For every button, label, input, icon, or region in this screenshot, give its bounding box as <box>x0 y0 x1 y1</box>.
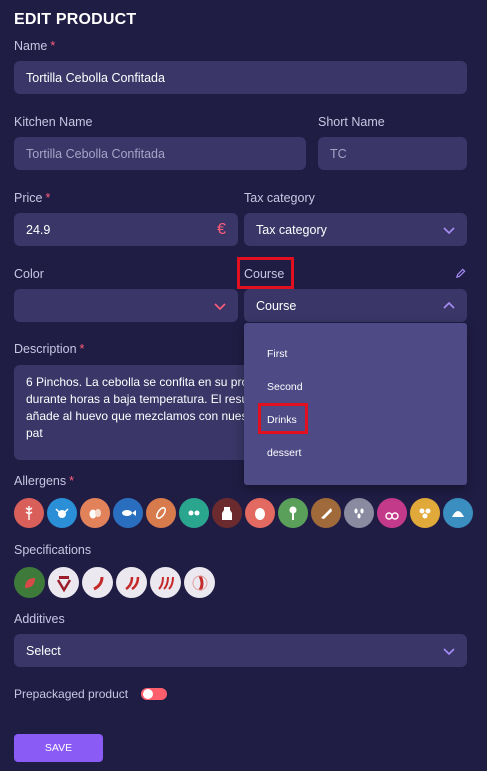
price-input[interactable]: 24.9 € <box>14 213 238 246</box>
prepackaged-toggle[interactable] <box>141 688 167 700</box>
kitchen-name-input[interactable]: Tortilla Cebolla Confitada <box>14 137 306 170</box>
mustard-icon[interactable] <box>311 498 341 528</box>
euro-icon: € <box>217 220 226 238</box>
save-button[interactable]: SAVE <box>14 734 103 762</box>
price-label: Price * <box>14 191 51 205</box>
kitchen-name-label: Kitchen Name <box>14 115 93 129</box>
description-label: Description * <box>14 342 85 356</box>
peanuts-icon[interactable] <box>146 498 176 528</box>
toggle-knob <box>143 689 153 699</box>
drinks-option-highlight <box>258 403 308 434</box>
color-select[interactable] <box>14 289 238 322</box>
molluscs-icon[interactable] <box>443 498 473 528</box>
soy-icon[interactable] <box>179 498 209 528</box>
eggs-icon[interactable] <box>80 498 110 528</box>
page-title: EDIT PRODUCT <box>14 11 137 28</box>
sesame-icon[interactable] <box>344 498 374 528</box>
chevron-down-icon <box>443 226 455 234</box>
color-label: Color <box>14 267 44 281</box>
celery-icon[interactable] <box>278 498 308 528</box>
prepackaged-label: Prepackaged product <box>14 687 129 701</box>
spicy-2-icon[interactable] <box>116 567 147 598</box>
course-dropdown-menu: First Second Drinks dessert <box>244 323 467 485</box>
chevron-up-icon <box>443 301 455 309</box>
short-name-label: Short Name <box>318 115 385 129</box>
specifications-label: Specifications <box>14 543 92 557</box>
course-option-second[interactable]: Second <box>267 381 303 393</box>
additives-select[interactable]: Select <box>14 634 467 667</box>
sulphites-icon[interactable] <box>377 498 407 528</box>
name-input[interactable]: Tortilla Cebolla Confitada <box>14 61 467 94</box>
specifications-row <box>14 567 215 598</box>
chevron-down-icon <box>214 302 226 310</box>
nuts-icon[interactable] <box>245 498 275 528</box>
course-option-dessert[interactable]: dessert <box>267 447 301 459</box>
short-name-input[interactable]: TC <box>318 137 467 170</box>
spicy-1-icon[interactable] <box>82 567 113 598</box>
crustaceans-icon[interactable] <box>47 498 77 528</box>
course-select[interactable]: Course <box>244 289 467 322</box>
milk-icon[interactable] <box>212 498 242 528</box>
allergens-row <box>14 498 473 528</box>
course-label-highlight <box>237 257 294 289</box>
course-option-first[interactable]: First <box>267 348 287 360</box>
name-label: Name * <box>14 39 56 53</box>
tax-category-label: Tax category <box>244 191 315 205</box>
chevron-down-icon <box>443 647 455 655</box>
fish-icon[interactable] <box>113 498 143 528</box>
pencil-icon[interactable] <box>455 268 466 279</box>
allergens-label: Allergens * <box>14 474 74 488</box>
spicy-3-icon[interactable] <box>150 567 181 598</box>
vegetarian-icon[interactable] <box>14 567 45 598</box>
tax-category-select[interactable]: Tax category <box>244 213 467 246</box>
vegan-icon[interactable] <box>48 567 79 598</box>
lupin-icon[interactable] <box>410 498 440 528</box>
spicy-4-icon[interactable] <box>184 567 215 598</box>
gluten-icon[interactable] <box>14 498 44 528</box>
additives-label: Additives <box>14 612 65 626</box>
